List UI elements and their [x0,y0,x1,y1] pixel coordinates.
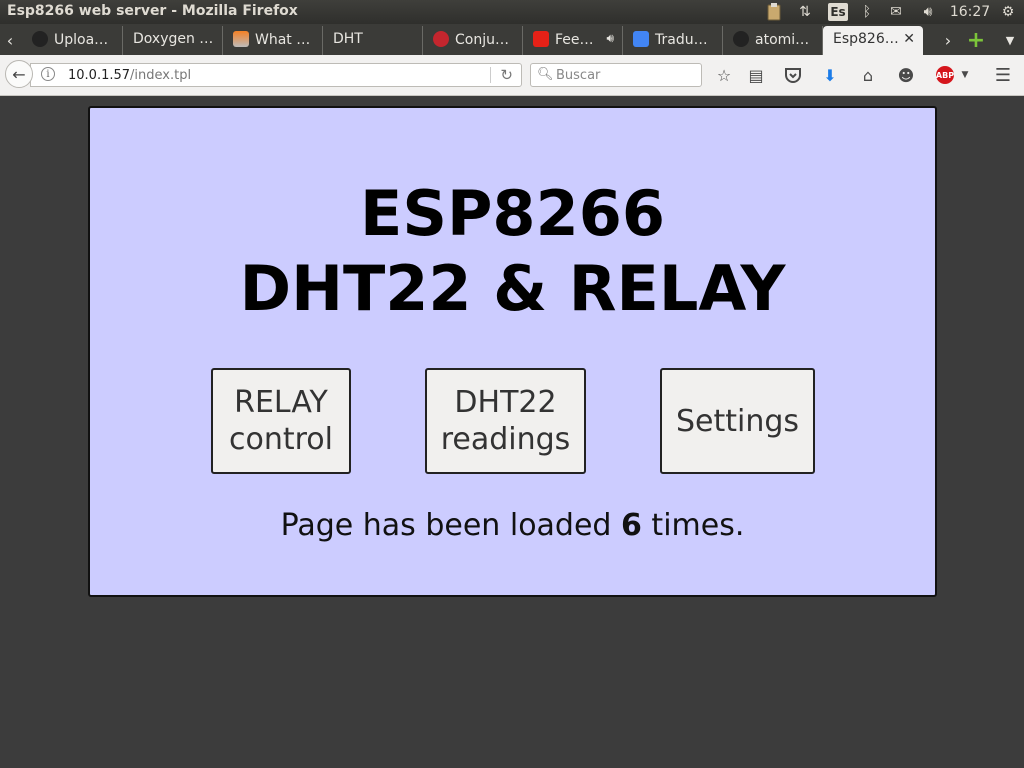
tab-label: Conju… [455,32,509,48]
tab-label: Tradu… [655,32,708,48]
reload-icon[interactable]: ↻ [500,66,513,84]
tab-uploa[interactable]: Uploa… [22,26,123,55]
clock[interactable]: 16:27 [950,2,990,22]
url-path: /index.tpl [130,68,192,83]
tabs-scroll-right-icon[interactable]: › [938,26,958,55]
download-icon[interactable]: ⬇ [819,65,841,85]
tab-atomi[interactable]: atomi… [723,26,823,55]
tab-strip: ‹ Uploa… Doxygen … What … DHT Conju… Fee… [0,24,1024,55]
tab-conju[interactable]: Conju… [423,26,523,55]
heading-line-1: ESP8266 [359,177,665,250]
site-info-icon[interactable]: i [41,67,55,81]
counter-value: 6 [621,508,642,543]
tab-audio-icon[interactable]: 🔊︎ [606,31,614,46]
github-icon [32,31,48,47]
volume-icon[interactable]: 🔊︎ [916,2,940,22]
tab-what[interactable]: What … [223,26,323,55]
reading-list-icon[interactable]: ▤ [745,65,767,85]
page-card: ESP8266 DHT22 & RELAY RELAY control DHT2… [88,106,937,597]
bookmark-star-icon[interactable]: ☆ [713,65,735,85]
search-placeholder: Buscar [556,68,601,83]
tab-doxygen[interactable]: Doxygen … [123,26,223,55]
tabs-scroll-left-icon[interactable]: ‹ [0,26,20,55]
navigation-toolbar: i 10.0.1.57/index.tpl ↻ ← 🔍︎ Buscar ☆ ▤ … [0,55,1024,96]
adblock-plus-icon[interactable]: ABP [936,66,954,84]
hamburger-menu-icon[interactable]: ☰ [992,65,1014,86]
settings-gear-icon[interactable]: ⚙ [998,2,1018,22]
tab-label: Doxygen … [133,31,214,47]
search-input[interactable]: 🔍︎ Buscar [530,63,702,87]
heading-line-2: DHT22 & RELAY [239,252,786,325]
settings-button[interactable]: Settings [660,368,815,474]
tab-label: atomi… [755,32,810,48]
search-icon: 🔍︎ [537,67,554,82]
back-arrow-icon: ← [12,64,26,84]
tab-fee[interactable]: Fee… 🔊︎ [523,26,623,55]
feedback-smiley-icon[interactable]: ☻ [895,65,917,85]
adblock-menu-chevron-down-icon[interactable]: ▼ [958,65,972,85]
mail-icon[interactable]: ✉ [885,2,907,22]
tab-label: Esp826… [833,31,899,47]
relay-control-button[interactable]: RELAY control [211,368,351,474]
close-tab-icon[interactable]: ✕ [903,31,915,47]
youtube-icon [533,31,549,47]
home-icon[interactable]: ⌂ [857,65,879,85]
url-text[interactable]: 10.0.1.57/index.tpl [68,68,191,83]
tab-tradu[interactable]: Tradu… [623,26,723,55]
tab-label: Uploa… [54,32,109,48]
url-bar[interactable]: i 10.0.1.57/index.tpl ↻ [30,63,522,87]
red-app-icon [433,31,449,47]
counter-prefix: Page has been loaded [280,508,622,543]
url-host: 10.0.1.57 [68,68,131,83]
tab-esp8266-active[interactable]: Esp826… ✕ [823,26,923,55]
keyboard-layout-indicator[interactable]: Es [828,3,848,21]
bluetooth-icon[interactable]: ᛒ [857,2,877,22]
dht22-readings-button[interactable]: DHT22 readings [425,368,586,474]
github-icon [733,31,749,47]
url-divider [490,67,491,83]
page-heading: ESP8266 DHT22 & RELAY [90,176,935,326]
new-tab-plus-icon[interactable]: + [966,26,986,55]
back-button[interactable]: ← [5,60,33,88]
tab-dht[interactable]: DHT [323,26,423,55]
list-tabs-chevron-down-icon[interactable]: ▼ [1000,26,1020,55]
network-icon[interactable]: ⇅ [795,2,815,22]
pocket-icon[interactable] [782,65,804,85]
clipboard-icon[interactable] [764,2,784,22]
stackoverflow-icon [233,31,249,47]
tab-label: DHT [333,31,363,47]
window-title: Esp8266 web server - Mozilla Firefox [7,3,298,19]
page-load-counter: Page has been loaded 6 times. [90,508,935,543]
counter-suffix: times. [641,508,745,543]
google-translate-icon [633,31,649,47]
tab-label: Fee… [555,32,594,48]
os-top-panel: Esp8266 web server - Mozilla Firefox ⇅ E… [0,0,1024,24]
tab-label: What … [255,32,311,48]
